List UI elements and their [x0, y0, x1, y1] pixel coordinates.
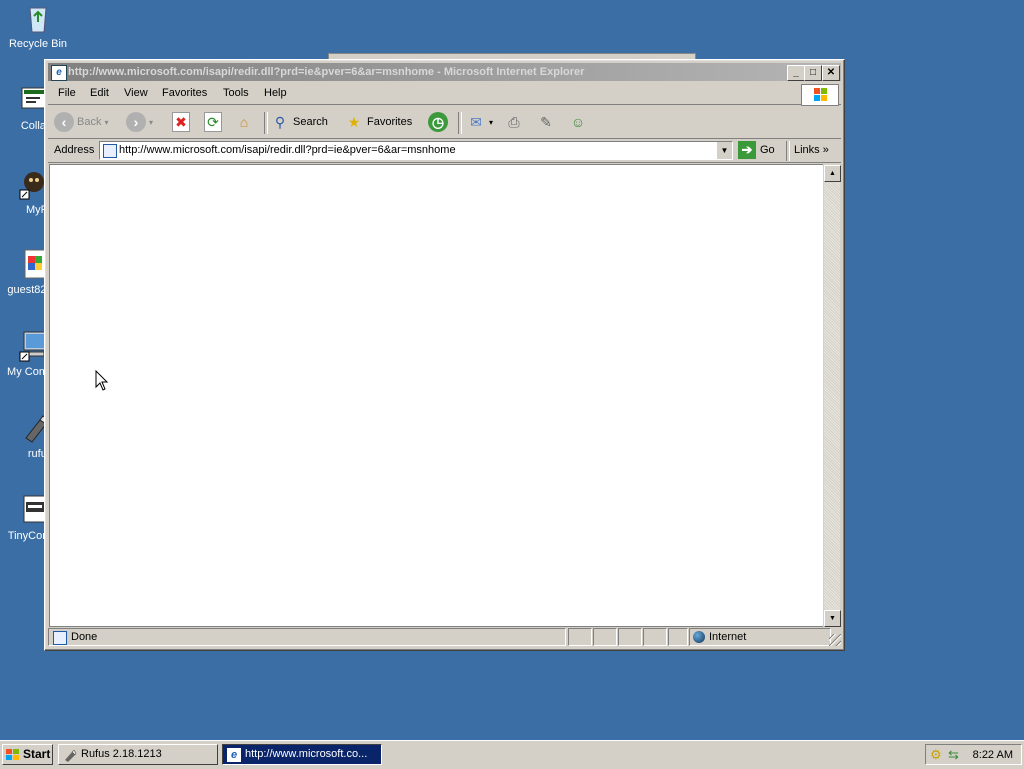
address-bar: Address ▼ ➔ Go Links »	[48, 140, 841, 163]
address-field[interactable]: ▼	[99, 141, 733, 160]
back-label: Back	[77, 116, 102, 128]
go-label: Go	[760, 144, 775, 156]
start-label: Start	[23, 747, 51, 761]
ie-icon: e	[51, 65, 67, 81]
links-label: Links	[794, 144, 820, 156]
taskbar-button-label: http://www.microsoft.co...	[245, 748, 368, 760]
desktop-icon-recycle-bin[interactable]: Recycle Bin	[0, 2, 76, 50]
start-button[interactable]: Start	[2, 744, 53, 765]
status-panel	[618, 628, 642, 646]
clock[interactable]: 8:22 AM	[973, 749, 1013, 761]
mail-icon: ✉	[470, 114, 482, 130]
menu-tools[interactable]: Tools	[223, 87, 249, 99]
messenger-icon: ☺	[570, 114, 586, 130]
status-bar: Done Internet	[48, 627, 841, 646]
page-icon	[103, 144, 117, 158]
standard-toolbar: ‹ Back ▾ › ▾ ✖ ⟳ ⌂ ⚲ Search ★ Favorites …	[48, 106, 841, 139]
menu-help[interactable]: Help	[264, 87, 287, 99]
go-button[interactable]: ➔ Go	[738, 141, 775, 159]
tray-app-icon[interactable]: ⚙	[930, 748, 944, 762]
toolbar-separator	[458, 112, 462, 134]
search-icon: ⚲	[274, 114, 286, 130]
ie-icon: e	[227, 748, 241, 762]
page-icon	[53, 631, 67, 645]
address-input[interactable]	[119, 143, 711, 157]
taskbar-button-rufus[interactable]: Rufus 2.18.1213	[58, 744, 218, 765]
messenger-button[interactable]: ☺	[568, 110, 588, 134]
chevron-down-icon: ▾	[149, 117, 154, 127]
resize-grip[interactable]	[829, 634, 841, 646]
print-button[interactable]: ⎙	[504, 110, 524, 134]
favorites-label: Favorites	[367, 116, 413, 128]
edit-button[interactable]: ✎	[536, 110, 556, 134]
menu-file[interactable]: File	[58, 87, 76, 99]
title-bar[interactable]: e http://www.microsoft.com/isapi/redir.d…	[48, 63, 841, 81]
scroll-down-button[interactable]: ▼	[824, 610, 841, 627]
minimize-button[interactable]: _	[787, 65, 805, 81]
chevron-down-icon: ▾	[489, 117, 494, 127]
back-arrow-icon: ‹	[54, 112, 74, 132]
menu-edit[interactable]: Edit	[90, 87, 109, 99]
print-icon: ⎙	[508, 114, 520, 130]
status-panel	[593, 628, 617, 646]
mail-button[interactable]: ✉ ▾	[466, 110, 493, 134]
address-dropdown-button[interactable]: ▼	[716, 142, 732, 159]
back-button[interactable]: ‹ Back ▾	[54, 110, 108, 134]
chevron-right-icon: »	[822, 144, 829, 156]
recycle-bin-icon	[22, 2, 54, 34]
window-title: http://www.microsoft.com/isapi/redir.dll…	[68, 66, 585, 78]
taskbar-button-browser[interactable]: e http://www.microsoft.co...	[222, 744, 382, 765]
address-label: Address	[54, 144, 95, 156]
windows-logo-icon	[801, 84, 839, 106]
home-button[interactable]: ⌂	[234, 110, 254, 134]
vertical-scrollbar[interactable]: ▲ ▼	[823, 164, 841, 628]
history-icon: ◷	[428, 112, 448, 132]
go-arrow-icon: ➔	[738, 141, 756, 159]
refresh-icon: ⟳	[204, 112, 222, 132]
refresh-button[interactable]: ⟳	[204, 110, 222, 134]
edit-icon: ✎	[540, 114, 552, 130]
menu-view[interactable]: View	[124, 87, 148, 99]
usb-drive-icon	[65, 749, 77, 762]
page-content[interactable]	[49, 164, 824, 627]
globe-icon	[693, 631, 705, 643]
taskbar: Start Rufus 2.18.1213 e http://www.micro…	[0, 740, 1024, 769]
forward-arrow-icon: ›	[126, 112, 146, 132]
status-text: Done	[71, 631, 98, 643]
status-text-panel: Done	[48, 628, 566, 646]
status-panel	[643, 628, 667, 646]
menu-favorites[interactable]: Favorites	[162, 87, 207, 99]
favorites-star-icon: ★	[347, 114, 361, 130]
zone-text: Internet	[709, 631, 747, 643]
browser-window: e http://www.microsoft.com/isapi/redir.d…	[44, 59, 845, 651]
toolbar-separator	[264, 112, 268, 134]
menu-bar: File Edit View Favorites Tools Help	[48, 83, 841, 106]
mouse-cursor-icon	[95, 370, 109, 391]
tray-network-icon[interactable]: ⇆	[948, 748, 962, 762]
search-button[interactable]: ⚲ Search	[270, 110, 328, 134]
stop-button[interactable]: ✖	[172, 110, 190, 134]
status-panel	[568, 628, 592, 646]
windows-flag-icon	[6, 748, 20, 761]
status-panel	[668, 628, 688, 646]
search-label: Search	[293, 116, 328, 128]
stop-icon: ✖	[172, 112, 190, 132]
zone-panel: Internet	[689, 628, 831, 646]
toolbar-separator	[786, 141, 790, 161]
chevron-down-icon: ▾	[104, 117, 109, 127]
history-button[interactable]: ◷	[428, 110, 448, 134]
maximize-button[interactable]: □	[804, 65, 822, 81]
desktop-icon-label: Recycle Bin	[8, 38, 68, 50]
links-button[interactable]: Links »	[794, 144, 829, 156]
favorites-button[interactable]: ★ Favorites	[344, 110, 413, 134]
system-tray: ⚙ ⇆ 8:22 AM	[925, 744, 1022, 765]
taskbar-button-label: Rufus 2.18.1213	[81, 748, 162, 760]
forward-button[interactable]: › ▾	[126, 110, 153, 134]
home-icon: ⌂	[239, 114, 249, 130]
close-button[interactable]: ✕	[822, 65, 840, 81]
scroll-up-button[interactable]: ▲	[824, 165, 841, 182]
